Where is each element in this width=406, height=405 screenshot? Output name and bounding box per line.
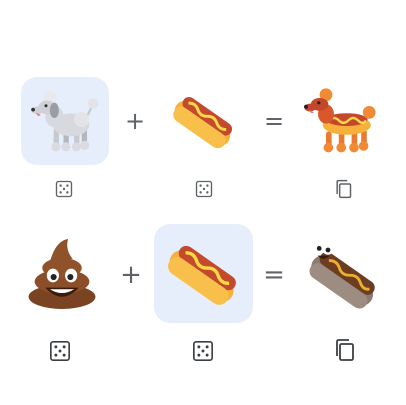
pile-of-poo-emoji bbox=[28, 239, 96, 309]
left-emoji-tile[interactable] bbox=[21, 77, 109, 165]
equals-sign: = bbox=[263, 107, 285, 135]
copy-result-copy-icon[interactable] bbox=[333, 179, 353, 199]
equals-sign: = bbox=[263, 260, 285, 290]
right-emoji-tile[interactable] bbox=[160, 77, 248, 165]
poodle-hotdog-mashup-emoji[interactable] bbox=[302, 82, 382, 162]
randomize-right-dice-icon[interactable] bbox=[192, 340, 214, 362]
poodle-emoji bbox=[31, 91, 99, 152]
right-emoji-tile[interactable] bbox=[154, 224, 253, 323]
copy-result-copy-icon[interactable] bbox=[332, 338, 356, 362]
hot-dog-emoji bbox=[168, 245, 236, 305]
left-emoji-tile[interactable] bbox=[18, 230, 106, 318]
plus-sign: + bbox=[120, 260, 142, 290]
randomize-left-dice-icon[interactable] bbox=[49, 340, 71, 362]
hot-dog-emoji bbox=[173, 96, 233, 149]
poo-hotdog-mashup-emoji[interactable] bbox=[304, 238, 384, 318]
randomize-left-dice-icon[interactable] bbox=[55, 180, 73, 198]
plus-sign: + bbox=[124, 107, 146, 135]
randomize-right-dice-icon[interactable] bbox=[195, 180, 213, 198]
